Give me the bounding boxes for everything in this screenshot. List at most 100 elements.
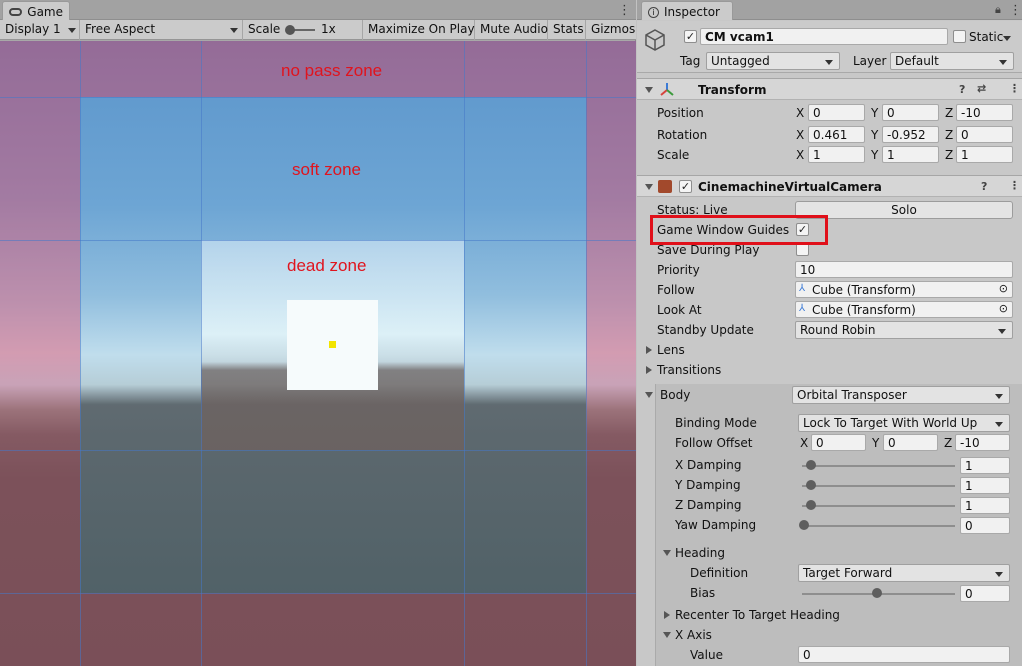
soft-zone-guide-bottom[interactable]	[0, 593, 636, 594]
value-field[interactable]: 0	[798, 646, 1010, 663]
game-view-icon	[9, 8, 23, 16]
x-damping-slider[interactable]	[802, 465, 955, 467]
object-picker-icon[interactable]: ⊙	[999, 282, 1008, 295]
static-checkbox[interactable]	[953, 30, 966, 43]
tab-inspector[interactable]: i Inspector	[641, 1, 733, 20]
foldout-arrow-icon[interactable]	[664, 611, 670, 619]
stats-toggle[interactable]: Stats	[548, 20, 586, 40]
position-y-field[interactable]: 0	[882, 104, 939, 121]
scale-value: 1x	[321, 22, 336, 36]
position-z-field[interactable]: -10	[956, 104, 1013, 121]
object-active-checkbox[interactable]: ✓	[684, 30, 697, 43]
follow-offset-x-field[interactable]: 0	[811, 434, 866, 451]
axis-y-label: Y	[871, 106, 879, 120]
dead-zone-guide-right[interactable]	[464, 41, 465, 666]
lookat-label: Look At	[657, 303, 702, 317]
body-dropdown[interactable]: Orbital Transposer	[792, 386, 1010, 404]
object-header: ✓ CM vcam1 Static Tag Untagged Layer Def…	[637, 21, 1022, 73]
object-name-field[interactable]: CM vcam1	[700, 28, 948, 45]
context-menu-icon[interactable]: ⋮	[1009, 179, 1020, 192]
chevron-down-icon	[68, 28, 76, 33]
rotation-x-field[interactable]: 0.461	[808, 126, 865, 143]
lookat-field[interactable]: ⅄ Cube (Transform) ⊙	[795, 301, 1013, 318]
object-picker-icon[interactable]: ⊙	[999, 302, 1008, 315]
gizmos-toggle[interactable]: Gizmos	[586, 20, 636, 40]
lens-label: Lens	[657, 343, 685, 357]
maximize-on-play-toggle[interactable]: Maximize On Play	[363, 20, 475, 40]
layer-dropdown[interactable]: Default	[890, 52, 1014, 70]
recenter-foldout[interactable]: Recenter To Target Heading	[637, 605, 1022, 625]
foldout-arrow-icon[interactable]	[663, 550, 671, 556]
dead-zone-guide-top[interactable]	[0, 240, 636, 241]
x-damping-slider-knob[interactable]	[806, 460, 816, 470]
yaw-damping-slider-knob[interactable]	[799, 520, 809, 530]
transitions-foldout[interactable]: Transitions	[637, 360, 1022, 380]
y-damping-field[interactable]: 1	[960, 477, 1010, 494]
foldout-arrow-icon[interactable]	[646, 366, 652, 374]
bias-slider-knob[interactable]	[872, 588, 882, 598]
scale-x-field[interactable]: 1	[808, 146, 865, 163]
inspector-panel: i Inspector 🔒︎ ⋮ ✓ CM vcam1 Static Tag U…	[637, 0, 1022, 666]
follow-field[interactable]: ⅄ Cube (Transform) ⊙	[795, 281, 1013, 298]
foldout-arrow-icon[interactable]	[646, 346, 652, 354]
x-damping-field[interactable]: 1	[960, 457, 1010, 474]
mute-audio-toggle[interactable]: Mute Audio	[475, 20, 548, 40]
scale-z-field[interactable]: 1	[956, 146, 1013, 163]
context-menu-icon[interactable]: ⋮	[1009, 82, 1020, 95]
layer-label: Layer	[853, 54, 887, 68]
y-damping-slider-knob[interactable]	[806, 480, 816, 490]
preset-icon[interactable]: ⇄	[977, 82, 986, 95]
definition-dropdown[interactable]: Target Forward	[798, 564, 1010, 582]
heading-foldout[interactable]: Heading	[637, 543, 1022, 563]
scale-y-field[interactable]: 1	[882, 146, 939, 163]
x-axis-foldout[interactable]: X Axis	[637, 625, 1022, 645]
transform-header[interactable]: Transform ? ⇄ ⋮	[637, 78, 1022, 100]
dead-zone-guide-bottom[interactable]	[0, 450, 636, 451]
game-menu-icon[interactable]: ⋮	[618, 3, 631, 18]
standby-row: Standby Update Round Robin	[637, 320, 1022, 340]
follow-offset-y-field[interactable]: 0	[883, 434, 938, 451]
display-dropdown[interactable]: Display 1	[0, 20, 80, 40]
z-damping-field[interactable]: 1	[960, 497, 1010, 514]
body-value: Orbital Transposer	[797, 388, 907, 402]
soft-zone-guide-left[interactable]	[80, 41, 81, 666]
tab-game[interactable]: Game	[2, 1, 70, 20]
bias-field[interactable]: 0	[960, 585, 1010, 602]
lens-foldout[interactable]: Lens	[637, 340, 1022, 360]
scale-control: Scale 1x	[243, 20, 363, 40]
game-toolbar: Display 1 Free Aspect Scale 1x Maximize …	[0, 20, 636, 40]
help-icon[interactable]: ?	[981, 180, 987, 193]
y-damping-slider[interactable]	[802, 485, 955, 487]
scale-slider-knob[interactable]	[285, 25, 295, 35]
standby-dropdown[interactable]: Round Robin	[795, 321, 1013, 339]
yaw-damping-field[interactable]: 0	[960, 517, 1010, 534]
soft-zone-guide-top[interactable]	[0, 97, 636, 98]
foldout-arrow-icon[interactable]	[663, 632, 671, 638]
inspector-menu-icon[interactable]: ⋮	[1009, 3, 1022, 18]
heading-label: Heading	[675, 546, 725, 560]
chevron-down-icon[interactable]	[1003, 36, 1011, 41]
rotation-y-field[interactable]: -0.952	[882, 126, 939, 143]
foldout-arrow-icon[interactable]	[645, 87, 653, 93]
z-damping-slider-knob[interactable]	[806, 500, 816, 510]
help-icon[interactable]: ?	[959, 83, 965, 96]
binding-mode-dropdown[interactable]: Lock To Target With World Up	[798, 414, 1010, 432]
vcam-enabled-checkbox[interactable]: ✓	[679, 180, 692, 193]
lock-icon[interactable]: 🔒︎	[995, 3, 1001, 17]
tag-dropdown[interactable]: Untagged	[706, 52, 840, 70]
rotation-z-field[interactable]: 0	[956, 126, 1013, 143]
dead-zone-guide-left[interactable]	[201, 41, 202, 666]
game-panel: Game ⋮ Display 1 Free Aspect Scale 1x Ma…	[0, 0, 636, 666]
position-x-field[interactable]: 0	[808, 104, 865, 121]
vcam-header[interactable]: ✓ CinemachineVirtualCamera ? ⋮	[637, 175, 1022, 197]
aspect-dropdown[interactable]: Free Aspect	[80, 20, 243, 40]
foldout-arrow-icon[interactable]	[645, 184, 653, 190]
priority-field[interactable]: 10	[795, 261, 1013, 278]
foldout-arrow-icon[interactable]	[645, 392, 653, 398]
yaw-damping-slider[interactable]	[802, 525, 955, 527]
follow-offset-z-field[interactable]: -10	[955, 434, 1010, 451]
game-viewport[interactable]: no pass zone soft zone dead zone	[0, 41, 636, 666]
soft-zone-guide-right[interactable]	[586, 41, 587, 666]
z-damping-slider[interactable]	[802, 505, 955, 507]
priority-label: Priority	[657, 263, 700, 277]
